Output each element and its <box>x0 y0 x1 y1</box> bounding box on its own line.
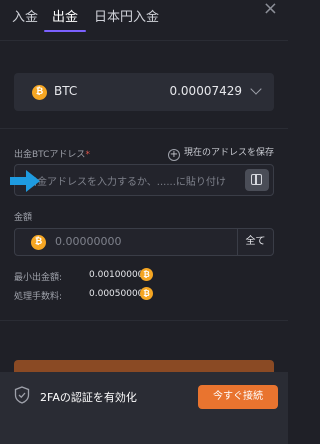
min-withdrawal-row: 最小出金額: 0.00100000 ₿ <box>14 268 153 283</box>
coin-select-dropdown[interactable]: ₿ BTC 0.00007429 <box>14 73 274 111</box>
paste-icon <box>251 174 262 185</box>
amount-input[interactable]: ₿ 0.00000000 全て <box>14 228 274 256</box>
save-address-button[interactable]: + 現在のアドレスを保存 <box>167 145 274 161</box>
pointer-arrow-icon <box>10 170 40 192</box>
2fa-banner-text: 2FAの認証を有効化 <box>40 391 137 404</box>
amount-label: 金額 <box>14 213 33 223</box>
tab-jpy-deposit[interactable]: 日本円入金 <box>94 6 159 25</box>
shield-icon <box>14 386 30 404</box>
fee-label: 処理手数料: <box>14 292 63 302</box>
fee-value: 0.00050000 <box>89 289 144 299</box>
save-address-label: 現在のアドレスを保存 <box>183 148 274 158</box>
close-icon[interactable]: × <box>263 0 278 19</box>
address-placeholder: 出金アドレスを入力するか、......に貼り付け <box>27 177 226 188</box>
section-divider <box>0 128 288 129</box>
btc-coin-icon: ₿ <box>140 268 153 281</box>
tab-withdraw[interactable]: 出金 <box>52 6 78 25</box>
content-divider <box>0 320 288 321</box>
2fa-banner: 2FAの認証を有効化 今すぐ接続 <box>0 372 288 444</box>
required-mark: * <box>85 150 90 160</box>
active-tab-indicator <box>44 30 86 32</box>
chevron-down-icon <box>250 83 262 95</box>
address-label: 出金BTCアドレス* <box>14 150 90 160</box>
coin-symbol: BTC <box>54 84 78 98</box>
header-divider <box>0 40 288 41</box>
amount-placeholder: 0.00000000 <box>55 235 122 248</box>
btc-coin-icon: ₿ <box>140 287 153 300</box>
btc-coin-icon: ₿ <box>31 235 46 250</box>
btc-coin-icon: ₿ <box>32 85 47 100</box>
fee-row: 処理手数料: 0.00050000 ₿ <box>14 287 153 302</box>
max-amount-button[interactable]: 全て <box>237 229 273 255</box>
top-tab-bar: 入金 出金 日本円入金 × <box>0 0 288 40</box>
tab-deposit[interactable]: 入金 <box>12 6 38 25</box>
paste-button[interactable] <box>245 169 269 191</box>
address-input[interactable]: 出金アドレスを入力するか、......に貼り付け <box>14 164 274 196</box>
connect-now-button[interactable]: 今すぐ接続 <box>198 385 278 409</box>
coin-balance: 0.00007429 <box>169 84 242 98</box>
min-withdrawal-label: 最小出金額: <box>14 273 63 283</box>
plus-circle-icon: + <box>167 149 180 161</box>
min-withdrawal-value: 0.00100000 <box>89 270 144 280</box>
